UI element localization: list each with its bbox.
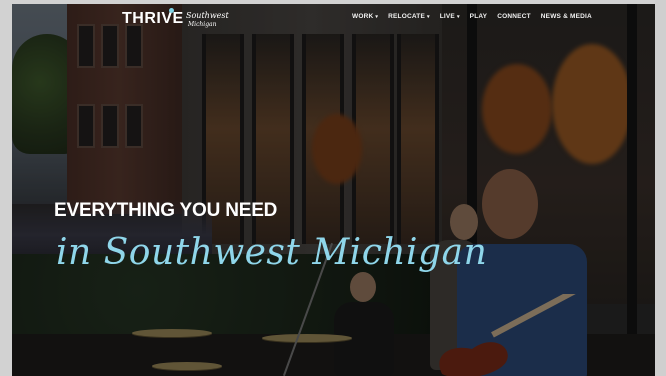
nav-item-label: NEWS & MEDIA bbox=[540, 13, 592, 20]
nav-item-label: RELOCATE bbox=[388, 13, 425, 20]
hero-section: THRIVE Southwest Michigan WORK ▾ RELOCAT… bbox=[12, 4, 655, 376]
hero-headline: EVERYTHING YOU NEED bbox=[54, 200, 278, 221]
chevron-down-icon: ▾ bbox=[456, 13, 460, 20]
main-nav: WORK ▾ RELOCATE ▾ LIVE ▾ PLAY CONNECT NE… bbox=[352, 13, 592, 20]
site-logo[interactable]: THRIVE Southwest Michigan bbox=[122, 8, 240, 34]
nav-item-work[interactable]: WORK ▾ bbox=[352, 13, 378, 20]
logo-subtitle-2: Michigan bbox=[188, 21, 217, 28]
logo-dot-icon bbox=[169, 8, 174, 13]
page-edge bbox=[655, 0, 666, 376]
nav-item-label: LIVE bbox=[439, 13, 455, 20]
nav-item-label: CONNECT bbox=[497, 13, 531, 20]
nav-item-live[interactable]: LIVE ▾ bbox=[440, 13, 460, 20]
chevron-down-icon: ▾ bbox=[375, 13, 379, 20]
logo-subtitle: Southwest bbox=[186, 11, 229, 20]
hero-overlay bbox=[12, 4, 655, 376]
nav-item-label: PLAY bbox=[469, 13, 488, 20]
nav-item-relocate[interactable]: RELOCATE ▾ bbox=[388, 13, 430, 20]
nav-item-play[interactable]: PLAY bbox=[470, 13, 488, 20]
nav-item-news-media[interactable]: NEWS & MEDIA bbox=[541, 13, 592, 20]
logo-wordmark: THRIVE bbox=[122, 10, 184, 27]
nav-item-connect[interactable]: CONNECT bbox=[497, 13, 531, 20]
chevron-down-icon: ▾ bbox=[426, 13, 430, 20]
hero-script-line: in Southwest Michigan bbox=[56, 232, 488, 273]
nav-item-label: WORK bbox=[352, 13, 374, 20]
